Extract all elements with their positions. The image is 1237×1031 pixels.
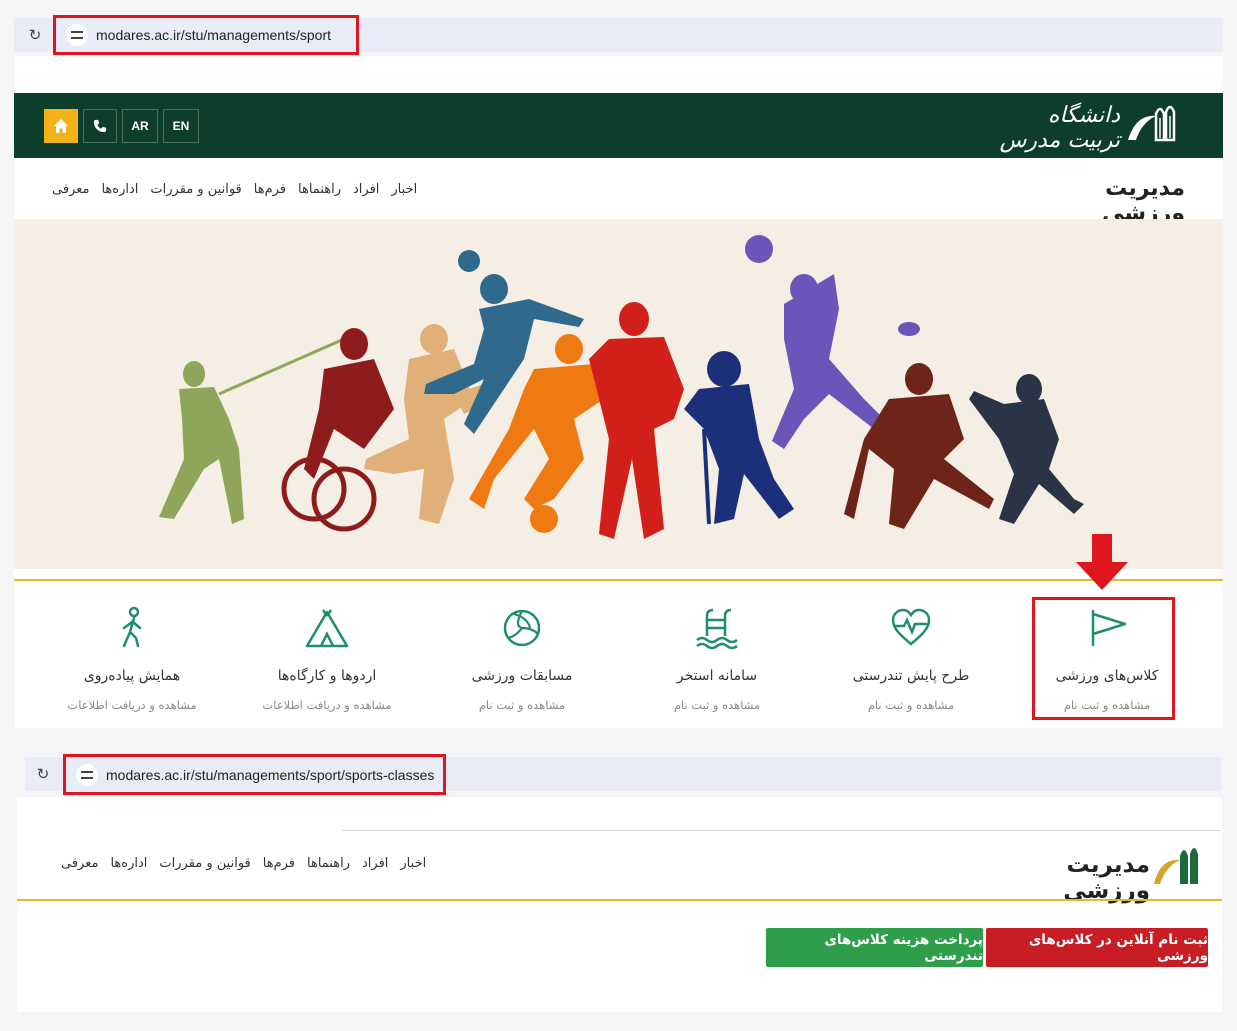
lang-en-button[interactable]: EN: [163, 109, 199, 143]
reload-icon[interactable]: ↻: [26, 26, 44, 44]
tent-icon: [305, 609, 349, 648]
phone-button[interactable]: [83, 109, 117, 143]
nav-item-rules[interactable]: قوانین و مقررات: [150, 182, 241, 197]
runner-silhouette: [589, 302, 684, 539]
university-logo-icon: [1128, 105, 1176, 142]
service-pool-system[interactable]: سامانه استخر مشاهده و ثبت نام: [632, 606, 802, 712]
pool-icon: [696, 608, 738, 650]
service-camps-workshops[interactable]: اردوها و کارگاه‌ها مشاهده و دریافت اطلاع…: [242, 606, 412, 712]
lang-ar-button[interactable]: AR: [122, 109, 158, 143]
url-highlight-box-2[interactable]: modares.ac.ir/stu/managements/sport/spor…: [63, 754, 446, 795]
service-title: اردوها و کارگاه‌ها: [277, 668, 377, 684]
nav-item-news[interactable]: اخبار: [391, 182, 417, 197]
university-logo-text: دانشگاه تربیت مدرس: [999, 103, 1120, 153]
nav-item-people[interactable]: افراد: [353, 182, 379, 197]
service-subtitle: مشاهده و دریافت اطلاعات: [262, 698, 392, 712]
main-nav-2: معرفی اداره‌ها قوانین و مقررات فرم‌ها را…: [61, 856, 426, 871]
service-subtitle: مشاهده و دریافت اطلاعات: [67, 698, 197, 712]
nav-item-news[interactable]: اخبار: [400, 856, 426, 871]
phone-icon: [93, 119, 107, 133]
nav-item-guides[interactable]: راهنماها: [298, 182, 341, 197]
service-walking-event[interactable]: همایش پیاده‌روی مشاهده و دریافت اطلاعات: [47, 606, 217, 712]
payment-button[interactable]: پرداخت هزینه کلاس‌های تندرستی: [766, 928, 983, 967]
url-text: modares.ac.ir/stu/managements/sport/spor…: [106, 766, 435, 783]
nav-item-forms[interactable]: فرم‌ها: [263, 856, 295, 871]
rugby-silhouette: [844, 363, 994, 529]
down-arrow-icon: [1076, 534, 1128, 590]
service-title: مسابقات ورزشی: [471, 668, 573, 684]
athletes-illustration: [159, 235, 1084, 539]
url-text: modares.ac.ir/stu/managements/sport: [96, 27, 331, 43]
main-nav: معرفی اداره‌ها قوانین و مقررات فرم‌ها را…: [52, 182, 417, 197]
home-icon: [54, 119, 68, 133]
service-health-monitoring[interactable]: طرح پایش تندرستی مشاهده و ثبت نام: [826, 606, 996, 712]
nav-item-people[interactable]: افراد: [362, 856, 388, 871]
site-settings-icon[interactable]: [76, 763, 98, 786]
hero-banner: [14, 219, 1223, 569]
nav-item-departments[interactable]: اداره‌ها: [110, 856, 147, 871]
nav-item-intro[interactable]: معرفی: [52, 182, 89, 197]
volleyball-icon: [503, 609, 541, 647]
nav-item-intro[interactable]: معرفی: [61, 856, 98, 871]
nav-item-departments[interactable]: اداره‌ها: [101, 182, 138, 197]
service-competitions[interactable]: مسابقات ورزشی مشاهده و ثبت نام: [437, 606, 607, 712]
hero-divider: [14, 579, 1223, 581]
site-settings-icon[interactable]: [66, 24, 88, 46]
page-title: مدیریت ورزشی: [1063, 852, 1150, 904]
home-button[interactable]: [44, 109, 78, 143]
nav-item-guides[interactable]: راهنماها: [307, 856, 350, 871]
nav-item-rules[interactable]: قوانین و مقررات: [159, 856, 250, 871]
university-logo-icon: [1154, 848, 1198, 884]
service-title: همایش پیاده‌روی: [83, 668, 181, 684]
reload-icon[interactable]: ↻: [34, 765, 52, 783]
flag-icon: [1091, 610, 1127, 646]
service-title: سامانه استخر: [676, 668, 758, 684]
url-highlight-box[interactable]: modares.ac.ir/stu/managements/sport: [53, 15, 359, 55]
heart-pulse-icon: [891, 608, 931, 646]
walking-icon: [122, 606, 142, 648]
service-subtitle: مشاهده و ثبت نام: [478, 698, 566, 712]
service-title: کلاس‌های ورزشی: [1055, 668, 1159, 684]
service-title: طرح پایش تندرستی: [852, 668, 970, 684]
service-sports-classes[interactable]: کلاس‌های ورزشی مشاهده و ثبت نام: [1022, 606, 1192, 712]
service-subtitle: مشاهده و ثبت نام: [867, 698, 955, 712]
nav-item-forms[interactable]: فرم‌ها: [254, 182, 286, 197]
header-divider: [341, 830, 1221, 831]
nav-divider: [17, 899, 1222, 901]
service-subtitle: مشاهده و ثبت نام: [673, 698, 761, 712]
online-registration-button[interactable]: ثبت نام آنلاین در کلاس‌های ورزشی: [986, 928, 1208, 967]
service-subtitle: مشاهده و ثبت نام: [1063, 698, 1151, 712]
